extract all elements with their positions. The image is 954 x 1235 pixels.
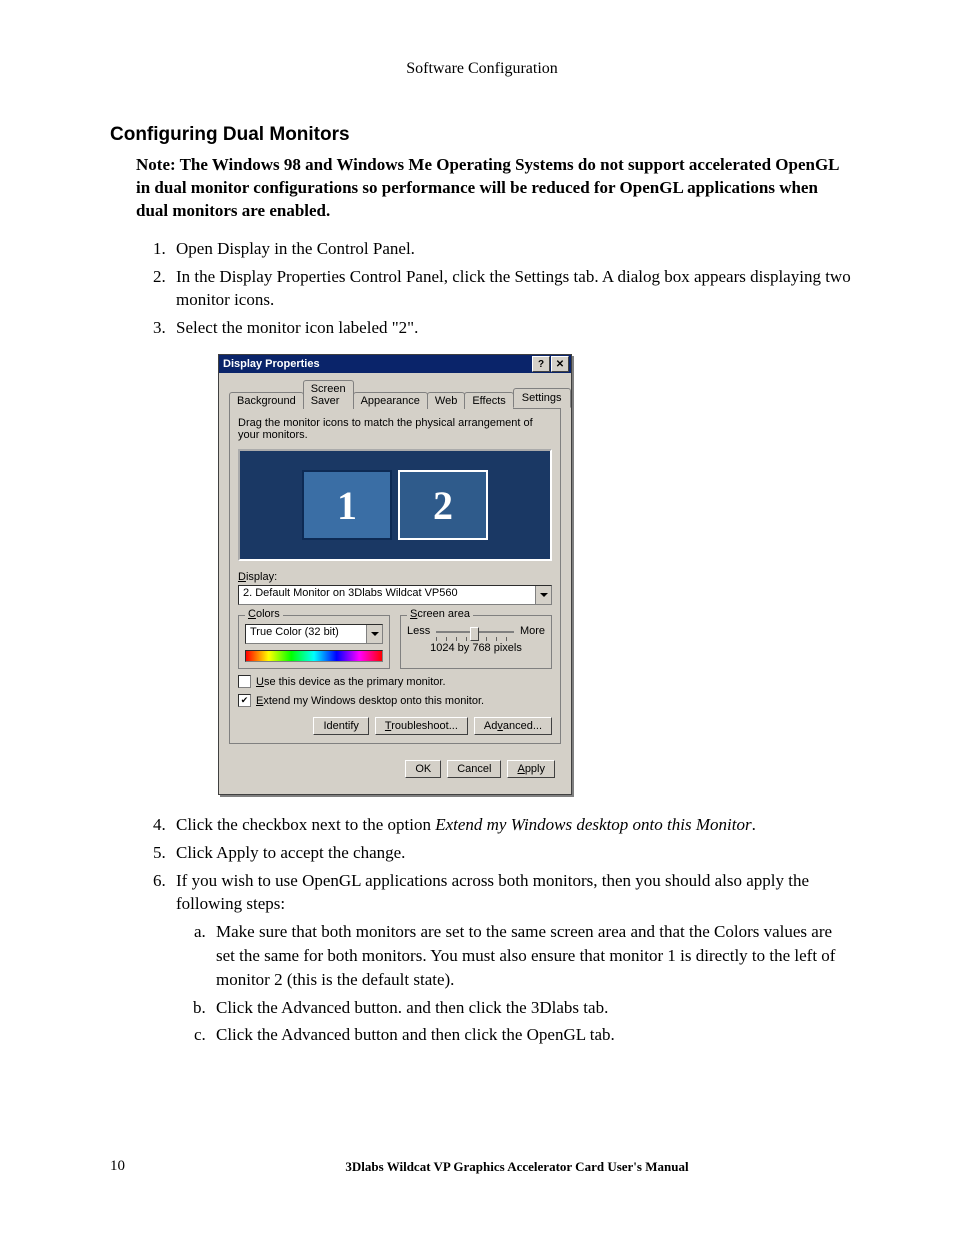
slider-thumb[interactable] [470, 627, 479, 641]
color-spectrum-bar [245, 650, 383, 662]
primary-monitor-row[interactable]: Use this device as the primary monitor. [238, 675, 552, 688]
display-combo-value: 2. Default Monitor on 3Dlabs Wildcat VP5… [239, 586, 535, 604]
cancel-button[interactable]: Cancel [447, 760, 501, 778]
primary-monitor-label: Use this device as the primary monitor. [256, 676, 446, 688]
extend-desktop-label: Extend my Windows desktop onto this moni… [256, 695, 484, 707]
identify-button[interactable]: Identify [313, 717, 368, 735]
section-heading: Configuring Dual Monitors [110, 124, 854, 146]
monitor-arrangement-area[interactable]: 1 2 [238, 449, 552, 561]
tab-strip: Background Screen Saver Appearance Web E… [229, 379, 561, 409]
tab-panel-settings: Drag the monitor icons to match the phys… [229, 409, 561, 744]
step-6c: Click the Advanced button and then click… [210, 1023, 854, 1047]
tab-web[interactable]: Web [427, 392, 465, 409]
step-3: Select the monitor icon labeled "2". [170, 316, 854, 340]
drag-instruction: Drag the monitor icons to match the phys… [238, 417, 552, 441]
screen-area-group: Screen area Less More 1024 by 768 [400, 615, 552, 669]
step-1: Open Display in the Control Panel. [170, 237, 854, 261]
warning-note: Note: The Windows 98 and Windows Me Oper… [136, 154, 854, 223]
step-6: If you wish to use OpenGL applications a… [170, 869, 854, 1048]
display-combo[interactable]: 2. Default Monitor on 3Dlabs Wildcat VP5… [238, 585, 552, 605]
tab-background[interactable]: Background [229, 392, 304, 409]
help-button[interactable]: ? [532, 356, 550, 372]
display-properties-dialog: Display Properties ? ✕ Background Screen… [218, 354, 572, 795]
monitor-1-icon[interactable]: 1 [302, 470, 392, 540]
step-6b: Click the Advanced button. and then clic… [210, 996, 854, 1020]
primary-monitor-checkbox[interactable] [238, 675, 251, 688]
advanced-button[interactable]: Advanced... [474, 717, 552, 735]
extend-desktop-checkbox[interactable]: ✔ [238, 694, 251, 707]
step-6a: Make sure that both monitors are set to … [210, 920, 854, 991]
display-label: Display: [238, 571, 552, 583]
dialog-title-text: Display Properties [223, 358, 320, 370]
resolution-value: 1024 by 768 pixels [407, 642, 545, 654]
close-button[interactable]: ✕ [551, 356, 569, 372]
page-number: 10 [110, 1158, 180, 1175]
tab-screensaver[interactable]: Screen Saver [303, 380, 354, 409]
colors-combo-value: True Color (32 bit) [246, 625, 366, 643]
dialog-titlebar[interactable]: Display Properties ? ✕ [219, 355, 571, 373]
colors-combo[interactable]: True Color (32 bit) [245, 624, 383, 644]
slider-more-label: More [520, 625, 545, 637]
monitor-2-icon[interactable]: 2 [398, 470, 488, 540]
page-footer: 10 3Dlabs Wildcat VP Graphics Accelerato… [110, 1158, 854, 1175]
colors-group: Colors True Color (32 bit) [238, 615, 390, 669]
troubleshoot-button[interactable]: Troubleshoot... [375, 717, 468, 735]
ok-button[interactable]: OK [405, 760, 441, 778]
extend-desktop-row[interactable]: ✔ Extend my Windows desktop onto this mo… [238, 694, 552, 707]
footer-title: 3Dlabs Wildcat VP Graphics Accelerator C… [180, 1159, 854, 1175]
tab-effects[interactable]: Effects [464, 392, 513, 409]
slider-less-label: Less [407, 625, 430, 637]
steps-list-top: Open Display in the Control Panel. In th… [136, 237, 854, 340]
resolution-slider[interactable] [436, 624, 514, 640]
chevron-down-icon [371, 632, 379, 636]
steps-list-bottom: Click the checkbox next to the option Ex… [136, 813, 854, 1047]
screen-area-group-title: Screen area [407, 608, 473, 620]
step-2: In the Display Properties Control Panel,… [170, 265, 854, 313]
screenshot-figure: Display Properties ? ✕ Background Screen… [218, 354, 854, 795]
apply-button[interactable]: Apply [507, 760, 555, 778]
tab-appearance[interactable]: Appearance [353, 392, 428, 409]
page-header: Software Configuration [110, 60, 854, 78]
colors-combo-button[interactable] [366, 625, 382, 643]
display-combo-button[interactable] [535, 586, 551, 604]
tab-settings[interactable]: Settings [513, 388, 571, 408]
step-4: Click the checkbox next to the option Ex… [170, 813, 854, 837]
step-5: Click Apply to accept the change. [170, 841, 854, 865]
colors-group-title: Colors [245, 608, 283, 620]
chevron-down-icon [540, 593, 548, 597]
